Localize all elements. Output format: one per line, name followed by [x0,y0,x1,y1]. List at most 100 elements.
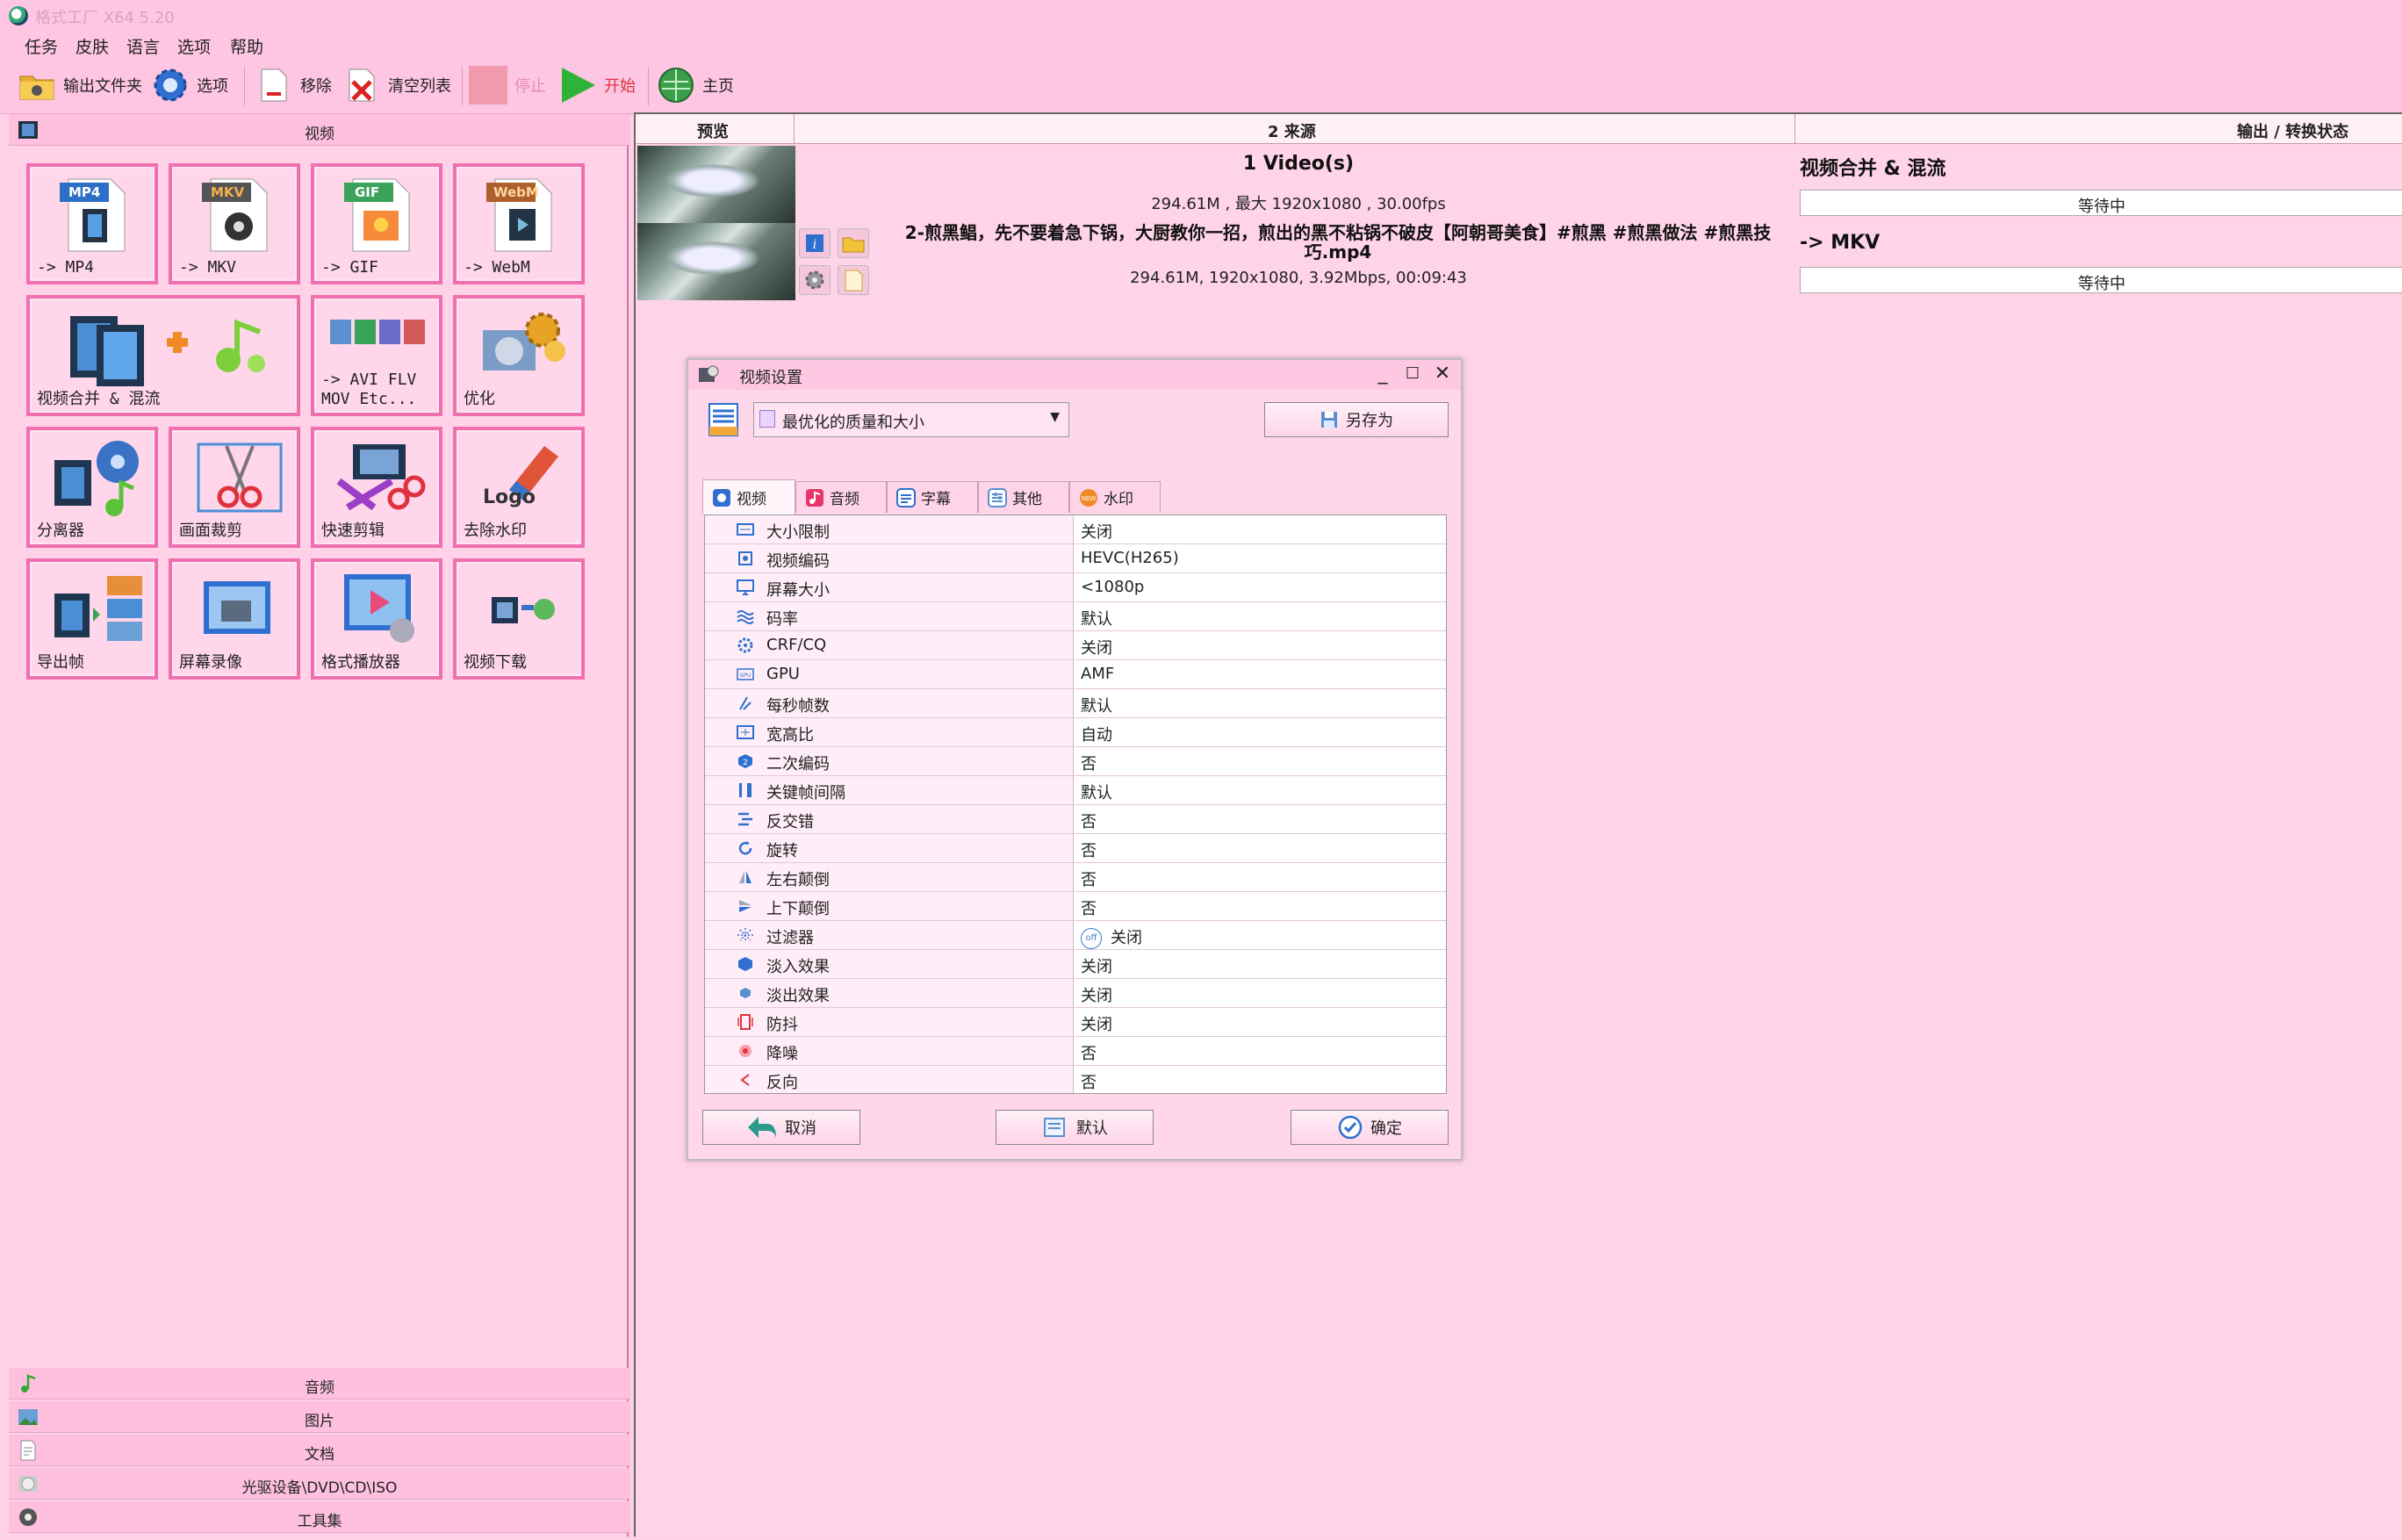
setting-row-denoise[interactable]: 降噪 否 [705,1037,1446,1066]
setting-value[interactable]: 关闭 [1081,636,1112,658]
setting-row-crf[interactable]: CRF/CQ 关闭 [705,631,1446,660]
tile-to-webm[interactable]: WebM -> WebM [453,163,585,284]
setting-name: GPU [766,665,800,683]
setting-row-reverse[interactable]: 反向 否 [705,1066,1446,1093]
ok-button[interactable]: 确定 [1291,1110,1449,1145]
svg-text:NEW: NEW [1082,495,1097,502]
setting-value[interactable]: 否 [1081,752,1097,774]
category-video[interactable]: 视频 [9,114,630,146]
setting-row-bitrate[interactable]: 码率 默认 [705,602,1446,631]
info-button[interactable]: i [799,228,831,258]
maximize-button[interactable]: ☐ [1398,362,1428,388]
setting-value[interactable]: 关闭 [1081,954,1112,977]
tile-to-mkv[interactable]: MKV -> MKV [169,163,300,284]
remove-label: 移除 [300,77,332,96]
setting-value[interactable]: HEVC(H265) [1081,549,1179,567]
task-row[interactable]: 1 Video(s) 294.61M , 最大 1920x1080 , 30.0… [636,146,2402,223]
setting-value[interactable]: 否 [1081,810,1097,832]
stop-button[interactable]: 停止 [469,63,546,107]
setting-row-fade-in[interactable]: 淡入效果 关闭 [705,950,1446,979]
tile-to-gif[interactable]: GIF -> GIF [311,163,442,284]
setting-value[interactable]: 关闭 [1081,1012,1112,1035]
setting-value[interactable]: 默认 [1081,694,1112,716]
setting-value[interactable]: 自动 [1081,723,1112,745]
setting-row-gpu[interactable]: GPU GPU AMF [705,660,1446,689]
crf-gear-icon [737,637,753,653]
setting-value[interactable]: 关闭 [1081,983,1112,1006]
home-button[interactable]: 主页 [657,63,734,107]
setting-row-flip-vertical[interactable]: 上下颠倒 否 [705,892,1446,921]
tile-to-mp4[interactable]: MP4 -> MP4 [26,163,158,284]
setting-row-two-pass[interactable]: 2 二次编码 否 [705,747,1446,776]
setting-row-flip-horizontal[interactable]: 左右颠倒 否 [705,863,1446,892]
tab-audio[interactable]: 音频 [795,481,887,513]
menu-task[interactable]: 任务 [25,34,58,58]
setting-row-screen-size[interactable]: 屏幕大小 <1080p [705,573,1446,602]
setting-value[interactable]: 关闭 [1081,520,1112,543]
tile-video-merge[interactable]: 视频合并 & 混流 [26,295,300,416]
open-folder-button[interactable] [838,228,869,258]
setting-value[interactable]: 否 [1081,1070,1097,1093]
tab-video[interactable]: 视频 [702,479,795,515]
setting-row-aspect-ratio[interactable]: 宽高比 自动 [705,718,1446,747]
tile-remove-watermark[interactable]: Logo 去除水印 [453,427,585,548]
subtitle-tab-icon [896,487,916,507]
menu-options[interactable]: 选项 [177,34,211,58]
tile-splitter[interactable]: 分离器 [26,427,158,548]
setting-value[interactable]: AMF [1081,665,1114,683]
setting-row-filter[interactable]: 过滤器 off 关闭 [705,921,1446,950]
setting-value[interactable]: 默认 [1081,607,1112,630]
column-output[interactable]: 输出 / 转换状态 [2237,119,2348,142]
menu-language[interactable]: 语言 [126,34,160,58]
setting-row-stabilize[interactable]: 防抖 关闭 [705,1008,1446,1037]
setting-value[interactable]: 否 [1081,838,1097,861]
profile-select[interactable]: 最优化的质量和大小 ▼ [753,402,1069,437]
menu-skin[interactable]: 皮肤 [76,34,109,58]
category-optical[interactable]: 光驱设备\DVD\CD\ISO [9,1468,630,1500]
category-document[interactable]: 文档 [9,1435,630,1466]
column-source[interactable]: 2 来源 [1268,119,1316,142]
setting-row-size-limit[interactable]: 大小限制 关闭 [705,515,1446,544]
task-row[interactable]: i 2-煎黑鲳，先不要着急下锅，大厨教你一招，煎出的黑不粘锅不破皮【阿朝哥美食】… [636,223,2402,300]
setting-value[interactable]: <1080p [1081,578,1144,596]
category-audio[interactable]: 音频 [9,1368,630,1400]
setting-row-rotate[interactable]: 旋转 否 [705,834,1446,863]
setting-value[interactable]: 否 [1081,867,1097,890]
setting-row-keyframe[interactable]: 关键帧间隔 默认 [705,776,1446,805]
menu-help[interactable]: 帮助 [230,34,263,58]
clear-list-button[interactable]: 清空列表 [342,63,451,107]
setting-row-video-codec[interactable]: 视频编码 HEVC(H265) [705,544,1446,573]
tile-quick-clip[interactable]: 快速剪辑 [311,427,442,548]
setting-value[interactable]: 默认 [1081,781,1112,803]
setting-value[interactable]: 否 [1081,896,1097,919]
output-folder-button[interactable]: 输出文件夹 [18,63,142,107]
setting-value[interactable]: 否 [1081,1041,1097,1064]
tab-other[interactable]: 其他 [978,481,1069,513]
column-preview[interactable]: 预览 [697,119,729,142]
setting-row-deinterlace[interactable]: 反交错 否 [705,805,1446,834]
category-tools[interactable]: 工具集 [9,1501,630,1533]
setting-value[interactable]: off 关闭 [1081,925,1142,949]
play-icon [558,66,597,104]
tile-to-other-formats[interactable]: -> AVI FLV MOV Etc... [311,295,442,416]
screen-record-icon [204,581,270,634]
category-image[interactable]: 图片 [9,1401,630,1433]
setting-row-fps[interactable]: 每秒帧数 默认 [705,689,1446,718]
save-as-button[interactable]: 另存为 [1264,402,1449,437]
tile-screen-record[interactable]: 屏幕录像 [169,558,300,680]
tab-subtitle[interactable]: 字幕 [887,481,978,513]
minimize-button[interactable]: _ [1368,362,1398,388]
tile-crop[interactable]: 画面裁剪 [169,427,300,548]
tile-export-frames[interactable]: 导出帧 [26,558,158,680]
start-button[interactable]: 开始 [558,63,636,107]
remove-button[interactable]: 移除 [255,63,332,107]
cancel-button[interactable]: 取消 [702,1110,860,1145]
default-button[interactable]: 默认 [996,1110,1154,1145]
options-button[interactable]: 选项 [151,63,228,107]
setting-row-fade-out[interactable]: 淡出效果 关闭 [705,979,1446,1008]
tile-format-player[interactable]: 格式播放器 [311,558,442,680]
tab-watermark[interactable]: NEW 水印 [1069,481,1161,513]
tile-video-download[interactable]: 视频下载 [453,558,585,680]
tile-optimize[interactable]: 优化 [453,295,585,416]
close-button[interactable]: ✕ [1428,362,1457,388]
